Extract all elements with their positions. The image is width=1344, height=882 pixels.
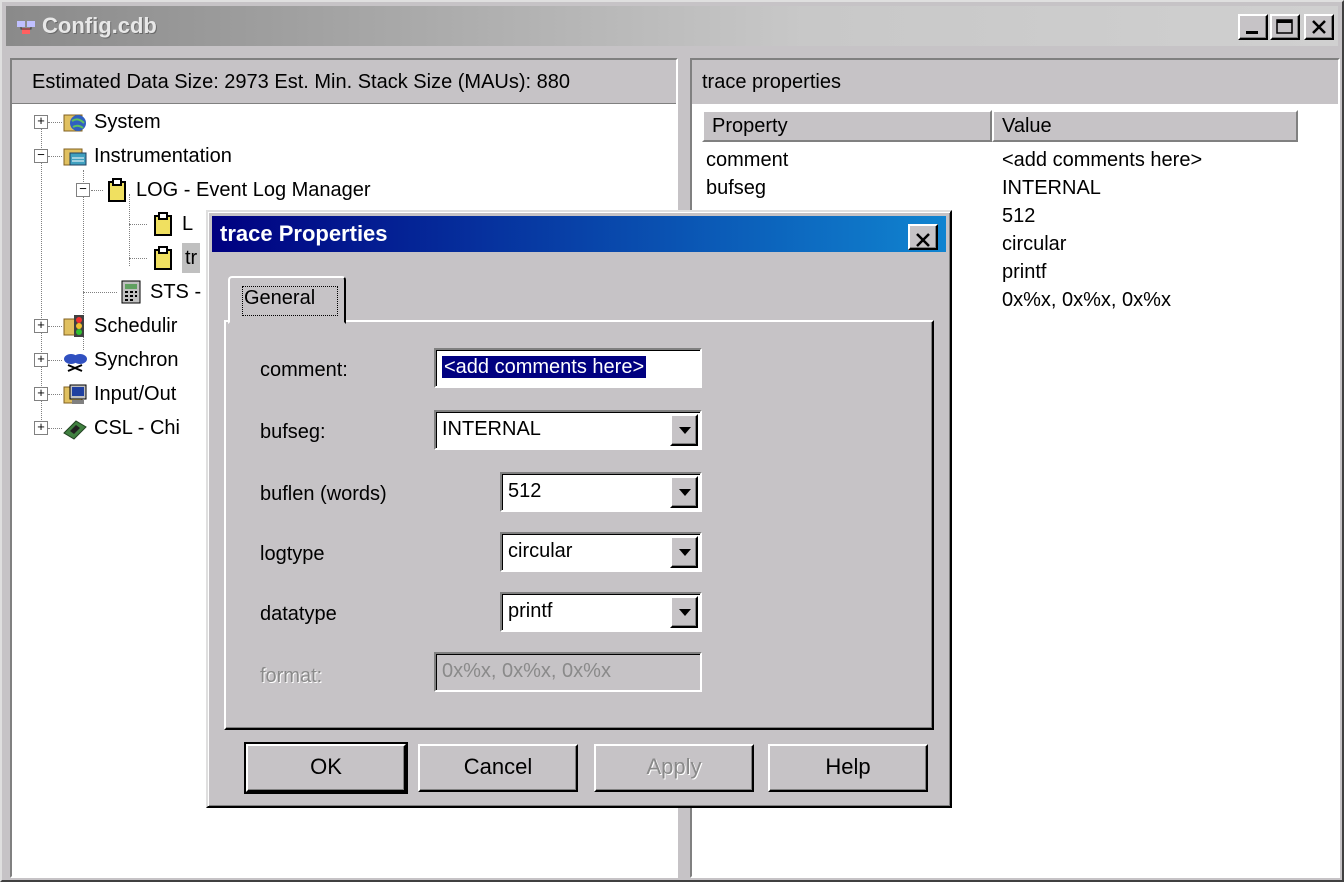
globe-icon: [63, 114, 86, 132]
property-value: 0x%x, 0x%x, 0x%x: [1002, 289, 1171, 311]
maximize-button[interactable]: [1270, 14, 1300, 40]
trace-properties-dialog: trace Properties General comment: <add c…: [206, 210, 952, 808]
close-icon: [1312, 20, 1326, 34]
logtype-value: circular: [508, 540, 573, 562]
collapse-log-toggle[interactable]: −: [76, 183, 90, 197]
comment-field[interactable]: <add comments here>: [434, 348, 702, 388]
clipboard-icon: [154, 212, 172, 236]
datatype-value: printf: [508, 600, 553, 622]
chevron-down-icon: [679, 427, 691, 434]
size-estimate-header: Estimated Data Size: 2973 Est. Min. Stac…: [12, 60, 676, 104]
tree-node-scheduling[interactable]: Schedulir: [94, 311, 177, 341]
datatype-dropdown-button[interactable]: [670, 596, 698, 628]
buflen-dropdown-button[interactable]: [670, 476, 698, 508]
title-bar[interactable]: Config.cdb: [6, 6, 1338, 46]
property-value: INTERNAL: [1002, 177, 1101, 199]
properties-header: trace properties: [692, 60, 1338, 104]
property-value: 512: [1002, 205, 1036, 227]
tree-node-synchronization[interactable]: Synchron: [94, 345, 179, 375]
minimize-icon: [1246, 31, 1258, 34]
monitor-icon: [63, 384, 87, 404]
tree-node-input-output[interactable]: Input/Out: [94, 379, 176, 409]
tree-node-sts[interactable]: STS -: [150, 277, 201, 307]
tree-node-log[interactable]: LOG - Event Log Manager: [136, 175, 371, 205]
ok-button[interactable]: OK: [244, 742, 408, 794]
collapse-instrumentation-toggle[interactable]: −: [34, 149, 48, 163]
logtype-label: logtype: [260, 543, 325, 565]
property-value: printf: [1002, 261, 1047, 283]
focus-rect: [242, 286, 338, 316]
datatype-label: datatype: [260, 603, 337, 625]
traffic-light-icon: [63, 315, 84, 337]
tree-node-system[interactable]: System: [94, 107, 161, 137]
general-tab-panel: comment: <add comments here> bufseg: INT…: [224, 320, 934, 730]
format-label: format:: [260, 665, 323, 687]
chip-icon: [63, 420, 87, 440]
tree-node-instrumentation[interactable]: Instrumentation: [94, 141, 232, 171]
tree-node-trace[interactable]: tr: [182, 243, 201, 273]
chevron-down-icon: [679, 609, 691, 616]
datatype-select[interactable]: printf: [500, 592, 702, 632]
dialog-title-bar[interactable]: trace Properties: [212, 216, 946, 252]
buflen-select[interactable]: 512: [500, 472, 702, 512]
expand-csl-toggle[interactable]: +: [34, 421, 48, 435]
logtype-dropdown-button[interactable]: [670, 536, 698, 568]
clipboard-icon: [108, 178, 126, 202]
property-value: circular: [1002, 233, 1067, 255]
column-header-property[interactable]: Property: [702, 110, 992, 142]
calculator-icon: [121, 280, 141, 304]
window-title: Config.cdb: [42, 13, 157, 38]
minimize-button[interactable]: [1238, 14, 1268, 40]
property-name: bufseg: [706, 177, 767, 199]
buflen-value: 512: [508, 480, 542, 502]
format-field: 0x%x, 0x%x, 0x%x: [434, 652, 702, 692]
tree-node-csl[interactable]: CSL - Chi: [94, 413, 180, 443]
column-header-value[interactable]: Value: [992, 110, 1298, 142]
close-button[interactable]: [1304, 14, 1334, 40]
cancel-button[interactable]: Cancel: [418, 744, 578, 792]
bufseg-select[interactable]: INTERNAL: [434, 410, 702, 450]
logtype-select[interactable]: circular: [500, 532, 702, 572]
app-icon: [17, 21, 35, 34]
tree-node-log-object[interactable]: L: [182, 209, 193, 239]
chevron-down-icon: [679, 489, 691, 496]
expand-scheduling-toggle[interactable]: +: [34, 319, 48, 333]
format-value: 0x%x, 0x%x, 0x%x: [442, 660, 611, 682]
buflen-label: buflen (words): [260, 483, 387, 505]
apply-button[interactable]: Apply: [594, 744, 754, 792]
comment-label: comment:: [260, 359, 348, 381]
sync-icon: [64, 354, 87, 372]
maximize-icon: [1276, 19, 1293, 34]
dialog-title: trace Properties: [220, 221, 388, 246]
tab-general[interactable]: General: [228, 276, 346, 324]
dialog-close-button[interactable]: [908, 224, 938, 250]
expand-system-toggle[interactable]: +: [34, 115, 48, 129]
clipboard-icon: [154, 246, 172, 270]
bufseg-dropdown-button[interactable]: [670, 414, 698, 446]
expand-input-output-toggle[interactable]: +: [34, 387, 48, 401]
close-icon: [916, 233, 930, 247]
instrumentation-icon: [63, 148, 87, 166]
bufseg-value: INTERNAL: [442, 418, 541, 440]
property-value: <add comments here>: [1002, 149, 1203, 171]
property-name: comment: [706, 149, 789, 171]
chevron-down-icon: [679, 549, 691, 556]
comment-value: <add comments here>: [442, 356, 647, 378]
config-window: Config.cdb Estimated Data Size: 2973 Est…: [0, 0, 1344, 882]
bufseg-label: bufseg:: [260, 421, 326, 443]
expand-synchronization-toggle[interactable]: +: [34, 353, 48, 367]
help-button[interactable]: Help: [768, 744, 928, 792]
